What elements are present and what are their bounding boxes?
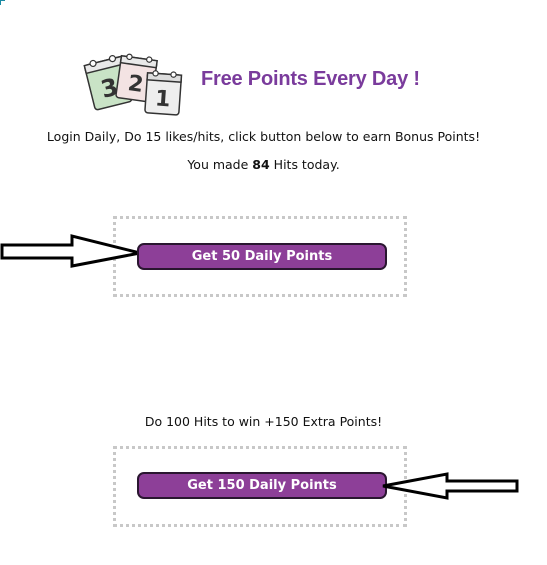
hits-suffix: Hits today. [269, 157, 340, 172]
get-150-daily-points-button[interactable]: Get 150 Daily Points [137, 472, 387, 499]
calendar-pages-icon: 3 2 1 [83, 53, 183, 116]
hits-prefix: You made [187, 157, 253, 172]
corner-mark [0, 0, 5, 5]
hits-count: 84 [252, 157, 270, 172]
get-50-daily-points-button[interactable]: Get 50 Daily Points [137, 243, 387, 270]
instructions-text: Login Daily, Do 15 likes/hits, click but… [46, 129, 481, 144]
extra-offer-text: Do 100 Hits to win +150 Extra Points! [144, 414, 383, 429]
page: 3 2 1 Free Points Every Day ! Login Dail… [0, 0, 547, 565]
arrow-pointing-right-icon [0, 234, 141, 268]
arrow-pointing-left-icon [382, 472, 519, 500]
page-title: Free Points Every Day ! [201, 68, 420, 90]
calendar-digit-1: 1 [154, 86, 171, 112]
hits-today-text: You made 84 Hits today. [0, 157, 527, 172]
